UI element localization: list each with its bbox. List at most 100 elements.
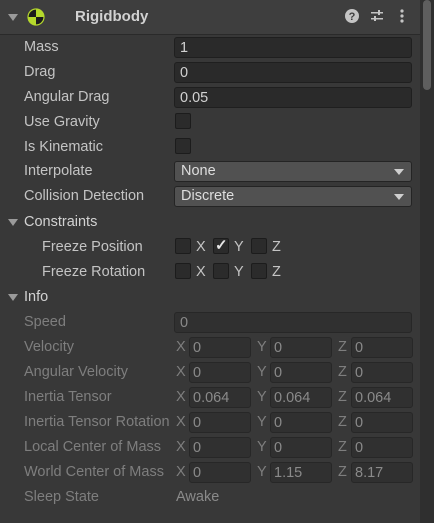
- interpolate-dropdown[interactable]: None: [174, 161, 412, 182]
- constraints-foldout[interactable]: Constraints: [0, 211, 420, 235]
- chevron-down-icon: [394, 194, 404, 200]
- sleep-state-row: Sleep State Awake: [0, 486, 420, 510]
- angular-drag-label: Angular Drag: [24, 89, 110, 105]
- collision-detection-row: Collision Detection Discrete: [0, 185, 420, 209]
- inertia-tensor-rotation-label: Inertia Tensor Rotation: [24, 414, 170, 430]
- axis-z-label: Z: [338, 339, 347, 355]
- checkmark-icon: ✓: [215, 237, 228, 254]
- collision-detection-label: Collision Detection: [24, 188, 145, 204]
- world-center-of-mass-label: World Center of Mass: [24, 464, 164, 480]
- axis-y-label: Y: [257, 439, 267, 455]
- axis-y-label: Y: [234, 264, 244, 280]
- axis-y-label: Y: [257, 414, 267, 430]
- axis-y-label: Y: [257, 389, 267, 405]
- axis-y-label: Y: [257, 364, 267, 380]
- axis-x-label: X: [176, 439, 186, 455]
- foldout-arrow-icon[interactable]: [8, 219, 18, 226]
- local-center-of-mass-y-field: 0: [270, 437, 332, 458]
- freeze-rotation-row: Freeze Rotation X Y Z: [0, 261, 420, 285]
- sleep-state-value: Awake: [176, 489, 220, 505]
- constraints-label: Constraints: [24, 214, 98, 230]
- info-foldout[interactable]: Info: [0, 286, 420, 310]
- freeze-position-y-checkbox[interactable]: ✓: [213, 237, 229, 254]
- inertia-tensor-rotation-x-field: 0: [189, 412, 251, 433]
- angular-drag-field[interactable]: 0.05: [174, 87, 412, 108]
- rigidbody-icon: [27, 8, 45, 26]
- axis-x-label: X: [196, 239, 206, 255]
- axis-x-label: X: [196, 264, 206, 280]
- inertia-tensor-rotation-z-field: 0: [351, 412, 413, 433]
- mass-row: Mass 1: [0, 36, 420, 60]
- collision-detection-dropdown[interactable]: Discrete: [174, 186, 412, 207]
- axis-z-label: Z: [272, 239, 281, 255]
- axis-z-label: Z: [338, 364, 347, 380]
- inertia-tensor-y-field: 0.064: [270, 387, 332, 408]
- speed-row: Speed 0: [0, 311, 420, 335]
- world-center-of-mass-z-field: 8.17: [351, 462, 413, 483]
- drag-field[interactable]: 0: [174, 62, 412, 83]
- freeze-rotation-label: Freeze Rotation: [42, 264, 146, 280]
- inertia-tensor-rotation-y-field: 0: [270, 412, 332, 433]
- freeze-rotation-z-checkbox[interactable]: [251, 263, 267, 279]
- local-center-of-mass-z-field: 0: [351, 437, 413, 458]
- velocity-x-field: 0: [189, 337, 251, 358]
- mass-field[interactable]: 1: [174, 37, 412, 58]
- use-gravity-checkbox[interactable]: [175, 113, 191, 129]
- velocity-y-field: 0: [270, 337, 332, 358]
- angular-velocity-z-field: 0: [351, 362, 413, 383]
- local-center-of-mass-label: Local Center of Mass: [24, 439, 162, 455]
- angular-velocity-y-field: 0: [270, 362, 332, 383]
- mass-label: Mass: [24, 39, 59, 55]
- velocity-row: Velocity X 0 Y 0 Z 0: [0, 336, 420, 360]
- world-center-of-mass-y-field: 1.15: [270, 462, 332, 483]
- axis-z-label: Z: [338, 464, 347, 480]
- axis-z-label: Z: [272, 264, 281, 280]
- use-gravity-label: Use Gravity: [24, 114, 100, 130]
- drag-label: Drag: [24, 64, 56, 80]
- axis-y-label: Y: [257, 464, 267, 480]
- axis-y-label: Y: [234, 239, 244, 255]
- use-gravity-row: Use Gravity: [0, 111, 420, 135]
- inertia-tensor-label: Inertia Tensor: [24, 389, 112, 405]
- local-center-of-mass-x-field: 0: [189, 437, 251, 458]
- component-title: Rigidbody: [75, 8, 149, 25]
- axis-z-label: Z: [338, 439, 347, 455]
- foldout-arrow-icon[interactable]: [8, 294, 18, 301]
- freeze-position-row: Freeze Position X ✓ Y Z: [0, 236, 420, 260]
- angular-velocity-x-field: 0: [189, 362, 251, 383]
- velocity-label: Velocity: [24, 339, 74, 355]
- speed-label: Speed: [24, 314, 66, 330]
- inertia-tensor-x-field: 0.064: [189, 387, 251, 408]
- interpolate-label: Interpolate: [24, 163, 93, 179]
- axis-z-label: Z: [338, 389, 347, 405]
- velocity-z-field: 0: [351, 337, 413, 358]
- axis-y-label: Y: [257, 339, 267, 355]
- component-header[interactable]: Rigidbody ?: [0, 0, 420, 35]
- is-kinematic-row: Is Kinematic: [0, 136, 420, 160]
- axis-x-label: X: [176, 364, 186, 380]
- presets-icon[interactable]: [369, 8, 385, 24]
- more-icon[interactable]: [394, 8, 410, 24]
- speed-field: 0: [174, 312, 412, 333]
- world-center-of-mass-x-field: 0: [189, 462, 251, 483]
- angular-velocity-row: Angular Velocity X 0 Y 0 Z 0: [0, 361, 420, 385]
- help-icon[interactable]: ?: [344, 8, 360, 24]
- rigidbody-inspector: Rigidbody ? Mass 1 Drag 0 Angular Drag 0…: [0, 0, 420, 523]
- scrollbar-thumb[interactable]: [423, 0, 431, 90]
- freeze-position-x-checkbox[interactable]: [175, 238, 191, 254]
- world-center-of-mass-row: World Center of Mass X 0 Y 1.15 Z 8.17: [0, 461, 420, 485]
- drag-row: Drag 0: [0, 61, 420, 85]
- sleep-state-label: Sleep State: [24, 489, 99, 505]
- svg-text:?: ?: [349, 11, 356, 23]
- freeze-position-z-checkbox[interactable]: [251, 238, 267, 254]
- angular-velocity-label: Angular Velocity: [24, 364, 128, 380]
- interpolate-value: None: [181, 163, 216, 179]
- freeze-rotation-x-checkbox[interactable]: [175, 263, 191, 279]
- foldout-arrow-icon[interactable]: [8, 14, 18, 21]
- inertia-tensor-z-field: 0.064: [351, 387, 413, 408]
- is-kinematic-checkbox[interactable]: [175, 138, 191, 154]
- info-label: Info: [24, 289, 49, 305]
- freeze-rotation-y-checkbox[interactable]: [213, 263, 229, 279]
- local-center-of-mass-row: Local Center of Mass X 0 Y 0 Z 0: [0, 436, 420, 460]
- collision-detection-value: Discrete: [181, 188, 235, 204]
